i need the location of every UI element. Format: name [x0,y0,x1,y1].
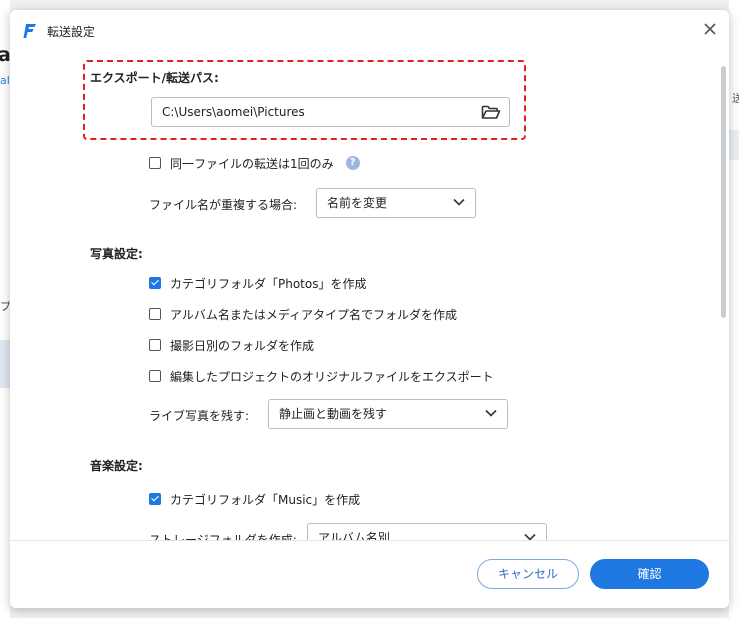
dialog-titlebar: 転送設定 [10,10,729,50]
storage-folder-label: ストレージフォルダを作成: [149,533,297,540]
transfer-settings-dialog: 転送設定 エクスポート/転送パス: C:\Users\aomei\Picture… [10,10,729,608]
music-option-label: カテゴリフォルダ「Music」を作成 [170,492,361,507]
live-photo-label: ライブ写真を残す: [149,409,250,423]
background-app-left: a al プ [0,0,11,618]
folder-open-icon[interactable] [481,103,501,121]
background-app-block [0,340,10,388]
storage-folder-value: アルバム名別 [318,531,390,540]
music-settings-heading: 音楽設定: [90,459,143,473]
close-icon[interactable] [701,20,719,38]
background-app-link: al [0,74,10,87]
background-app-right: 送 [729,0,739,618]
photo-option[interactable]: 編集したプロジェクトのオリジナルファイルをエクスポート [149,368,494,384]
photo-settings-heading: 写真設定: [90,247,143,261]
storage-folder-select[interactable]: アルバム名別 [307,523,547,540]
photo-option-checkbox[interactable] [149,277,161,289]
dialog-footer: キャンセル 確認 [10,540,729,608]
settings-content: エクスポート/転送パス: C:\Users\aomei\Pictures 同一フ… [10,50,718,540]
photo-option-checkbox[interactable] [149,370,161,382]
photo-option-label: カテゴリフォルダ「Photos」を作成 [170,276,367,291]
live-photo-select[interactable]: 静止画と動画を残す [268,399,508,429]
same-file-once-label: 同一ファイルの転送は1回のみ [170,156,334,171]
help-icon[interactable]: ? [345,156,360,170]
photo-option-checkbox[interactable] [149,308,161,320]
live-photo-value: 静止画と動画を残す [279,407,388,421]
photo-option[interactable]: カテゴリフォルダ「Photos」を作成 [149,275,366,291]
background-app-right-text: 送 [732,92,739,105]
cancel-button[interactable]: キャンセル [477,559,579,589]
photo-option-label: アルバム名またはメディアタイプ名でフォルダを作成 [170,307,458,322]
same-file-once-option[interactable]: 同一ファイルの転送は1回のみ ? [149,155,360,171]
background-app-right-block [729,130,739,160]
photo-option-label: 撮影日別のフォルダを作成 [170,338,315,353]
music-option-checkbox[interactable] [149,493,161,505]
photo-option-label: 編集したプロジェクトのオリジナルファイルをエクスポート [170,369,494,384]
photo-option[interactable]: アルバム名またはメディアタイプ名でフォルダを作成 [149,306,457,322]
app-logo-icon [23,24,36,38]
export-path-label: エクスポート/転送パス: [90,71,219,85]
chevron-down-icon [453,198,465,206]
dialog-title: 転送設定 [47,25,96,39]
confirm-button[interactable]: 確認 [590,559,709,589]
vertical-scrollbar[interactable] [721,66,726,318]
duplicate-name-value: 名前を変更 [327,196,388,210]
music-option[interactable]: カテゴリフォルダ「Music」を作成 [149,491,360,507]
chevron-down-icon [485,409,497,417]
duplicate-name-label: ファイル名が重複する場合: [149,198,298,212]
export-path-field[interactable]: C:\Users\aomei\Pictures [151,97,510,127]
photo-option[interactable]: 撮影日別のフォルダを作成 [149,337,314,353]
same-file-once-checkbox[interactable] [149,157,161,169]
duplicate-name-select[interactable]: 名前を変更 [316,188,476,218]
chevron-down-icon [524,533,536,540]
photo-option-checkbox[interactable] [149,339,161,351]
